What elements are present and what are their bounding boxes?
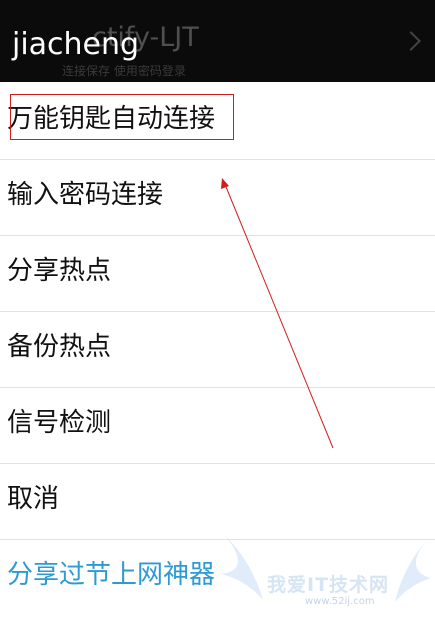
menu-item-share-hotspot[interactable]: 分享热点 bbox=[0, 236, 435, 312]
dialog-title-bar: ctify-LJT 连接保存 使用密码登录 jiacheng bbox=[0, 0, 435, 82]
watermark: 我爱IT技术网 www.52ij.com bbox=[215, 530, 435, 616]
menu-item-password-connect[interactable]: 输入密码连接 bbox=[0, 160, 435, 236]
chevron-right-icon bbox=[401, 31, 421, 51]
menu-item-label: 备份热点 bbox=[7, 332, 112, 362]
dialog-title: jiacheng bbox=[12, 27, 140, 62]
menu-item-label: 信号检测 bbox=[7, 408, 112, 438]
menu-item-cancel[interactable]: 取消 bbox=[0, 464, 435, 540]
watermark-url: www.52ij.com bbox=[305, 596, 375, 607]
menu-item-backup-hotspot[interactable]: 备份热点 bbox=[0, 312, 435, 388]
watermark-text: 我爱IT技术网 bbox=[267, 574, 390, 596]
menu-item-label: 取消 bbox=[7, 484, 60, 514]
menu-item-signal-test[interactable]: 信号检测 bbox=[0, 388, 435, 464]
menu-item-label: 分享过节上网神器 bbox=[7, 560, 216, 590]
highlight-box bbox=[10, 94, 234, 140]
menu-item-label: 输入密码连接 bbox=[7, 180, 164, 210]
menu-item-label: 分享热点 bbox=[7, 256, 112, 286]
